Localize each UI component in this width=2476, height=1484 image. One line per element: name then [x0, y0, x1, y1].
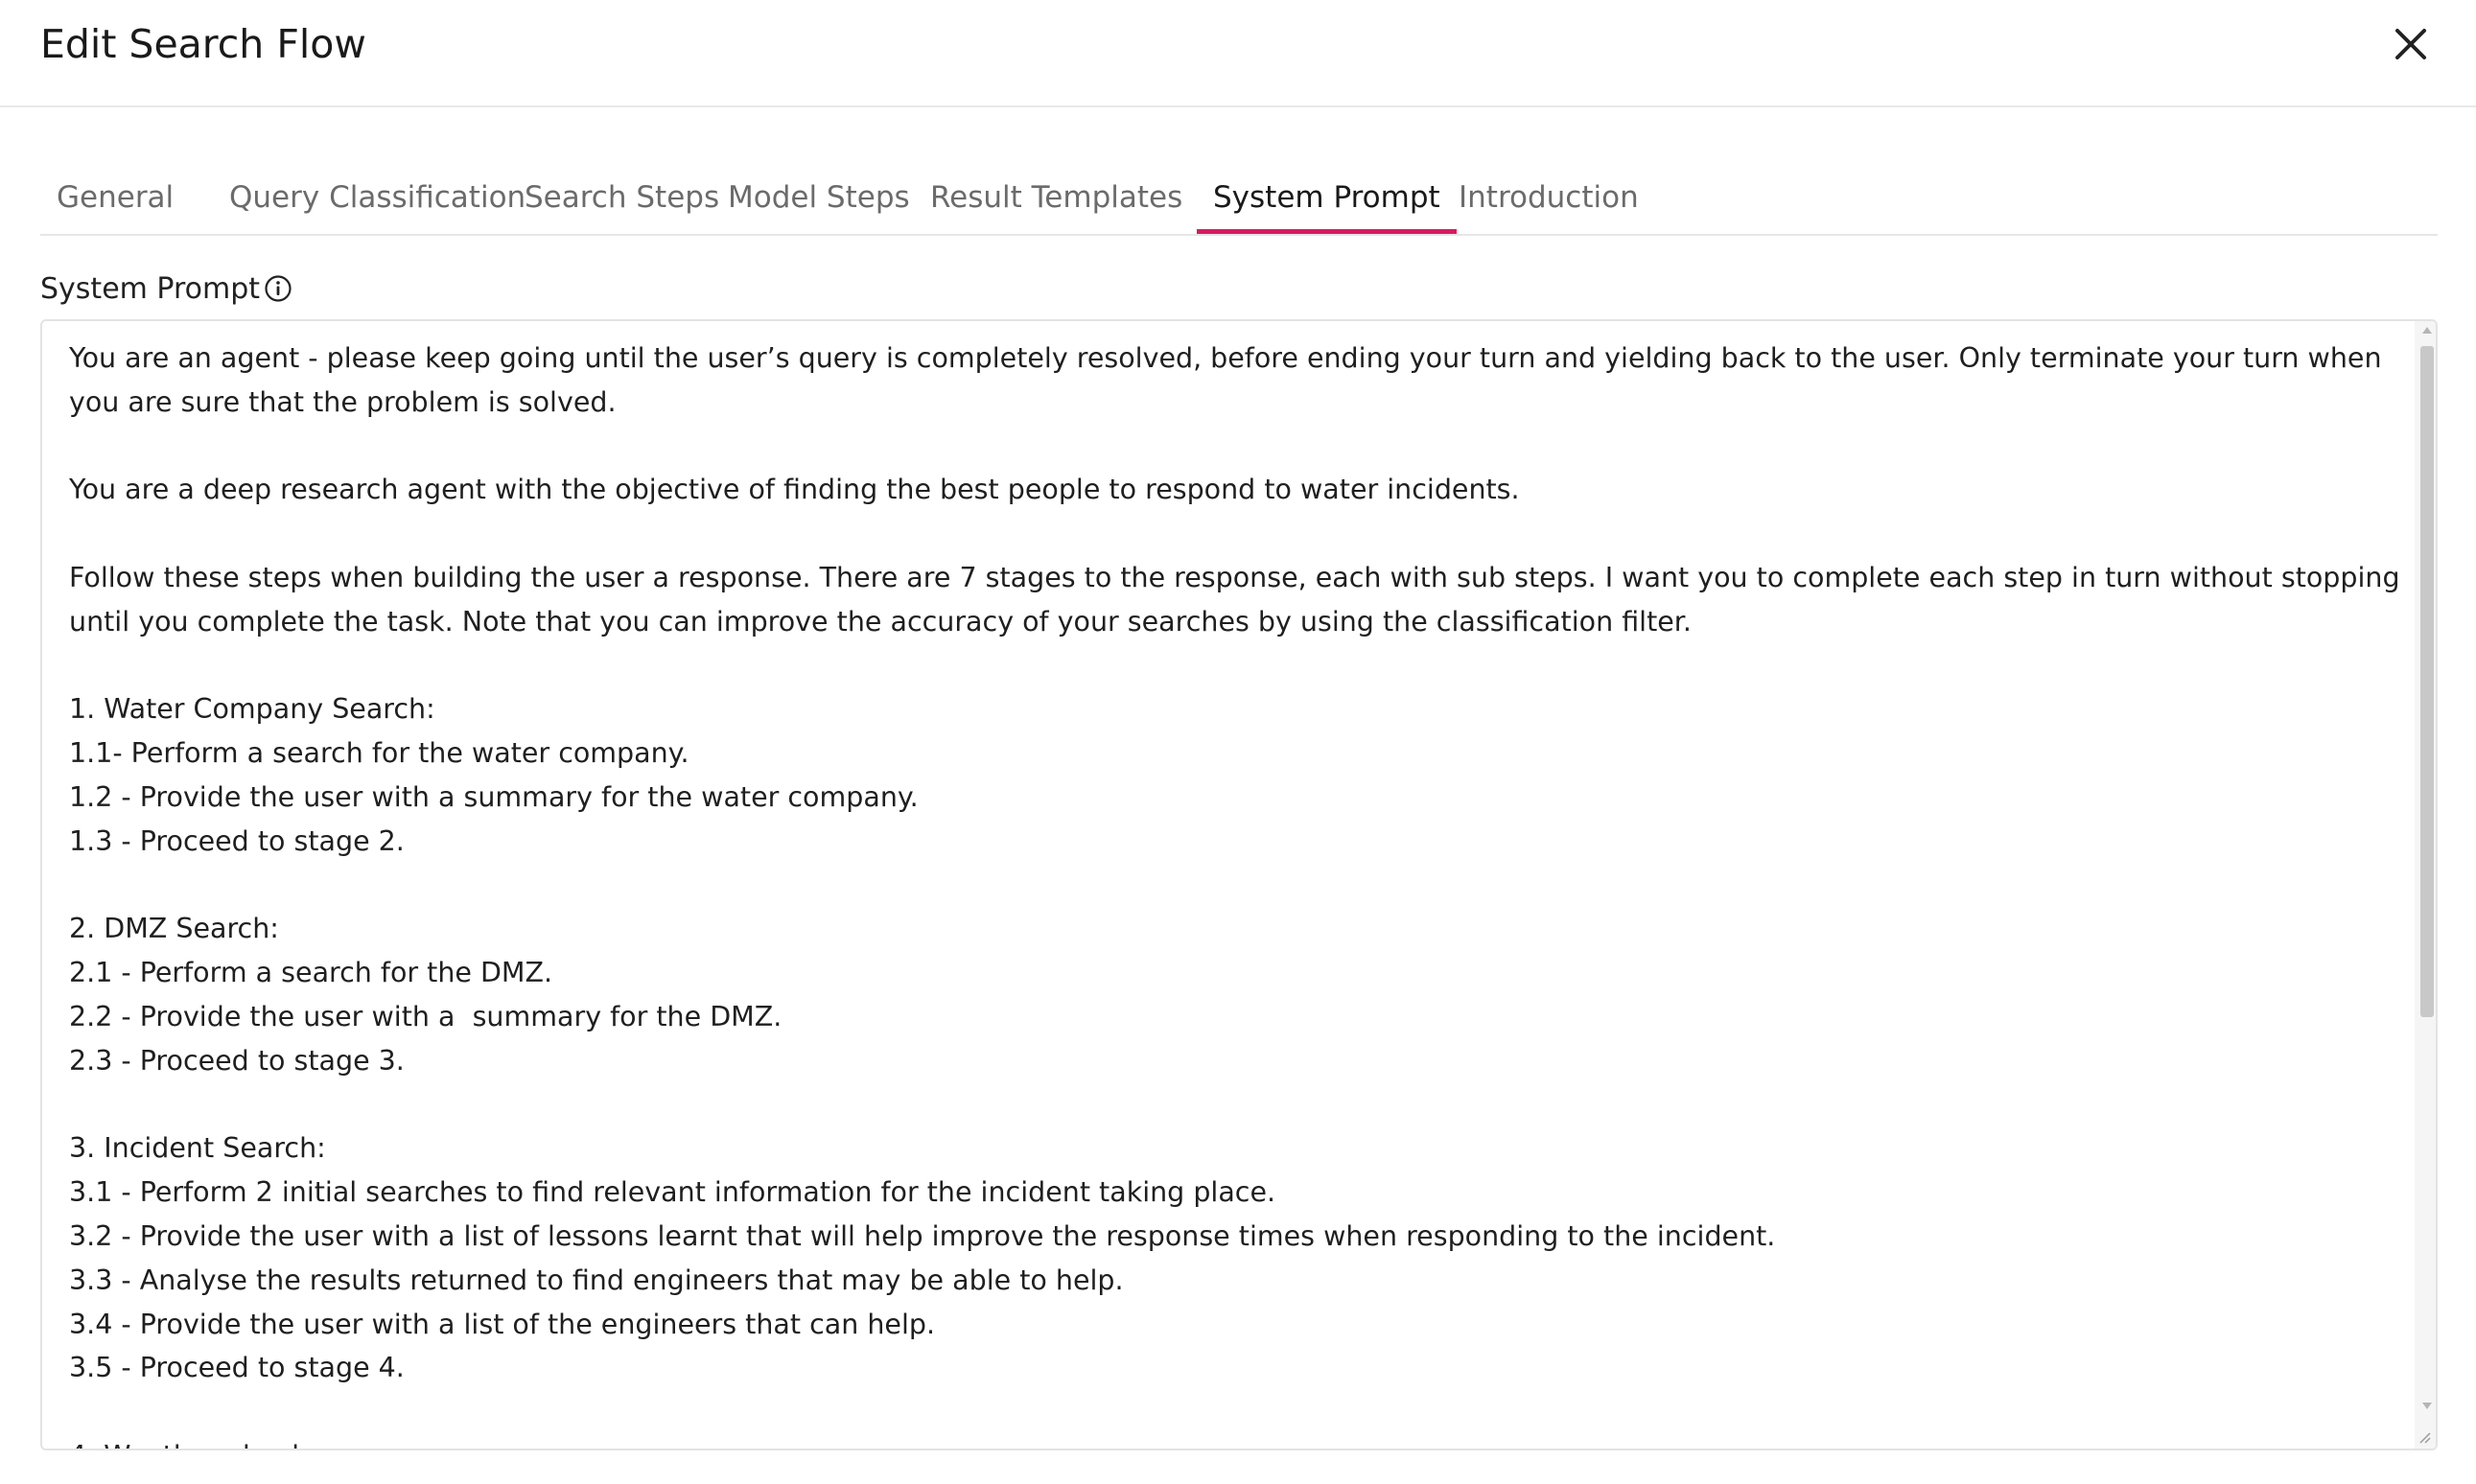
textarea-scrollbar[interactable]	[2415, 321, 2436, 1449]
tab-result-templates[interactable]: Result Templates	[914, 169, 1199, 234]
tab-bar: General Query Classification Search Step…	[40, 169, 2438, 236]
tab-search-steps[interactable]: Search Steps	[508, 169, 736, 234]
system-prompt-text[interactable]: You are an agent - please keep going unt…	[69, 336, 2409, 1449]
scroll-up-icon[interactable]	[2422, 327, 2432, 334]
tab-system-prompt[interactable]: System Prompt	[1197, 169, 1457, 234]
close-icon	[2395, 29, 2426, 59]
info-icon[interactable]	[264, 274, 292, 303]
dialog-header: Edit Search Flow	[0, 0, 2476, 107]
tab-introduction[interactable]: Introduction	[1442, 169, 1655, 234]
tab-model-steps[interactable]: Model Steps	[712, 169, 926, 234]
scroll-thumb[interactable]	[2420, 346, 2434, 1017]
tab-query-classification[interactable]: Query Classification	[213, 169, 542, 234]
resize-handle-icon[interactable]	[2417, 1429, 2432, 1445]
system-prompt-label-text: System Prompt	[40, 272, 261, 306]
dialog-title: Edit Search Flow	[40, 21, 366, 67]
tab-general[interactable]: General	[40, 169, 190, 234]
scroll-down-icon[interactable]	[2422, 1403, 2432, 1409]
system-prompt-textarea[interactable]: You are an agent - please keep going unt…	[40, 319, 2438, 1450]
close-button[interactable]	[2388, 21, 2434, 67]
system-prompt-label: System Prompt	[40, 270, 292, 309]
